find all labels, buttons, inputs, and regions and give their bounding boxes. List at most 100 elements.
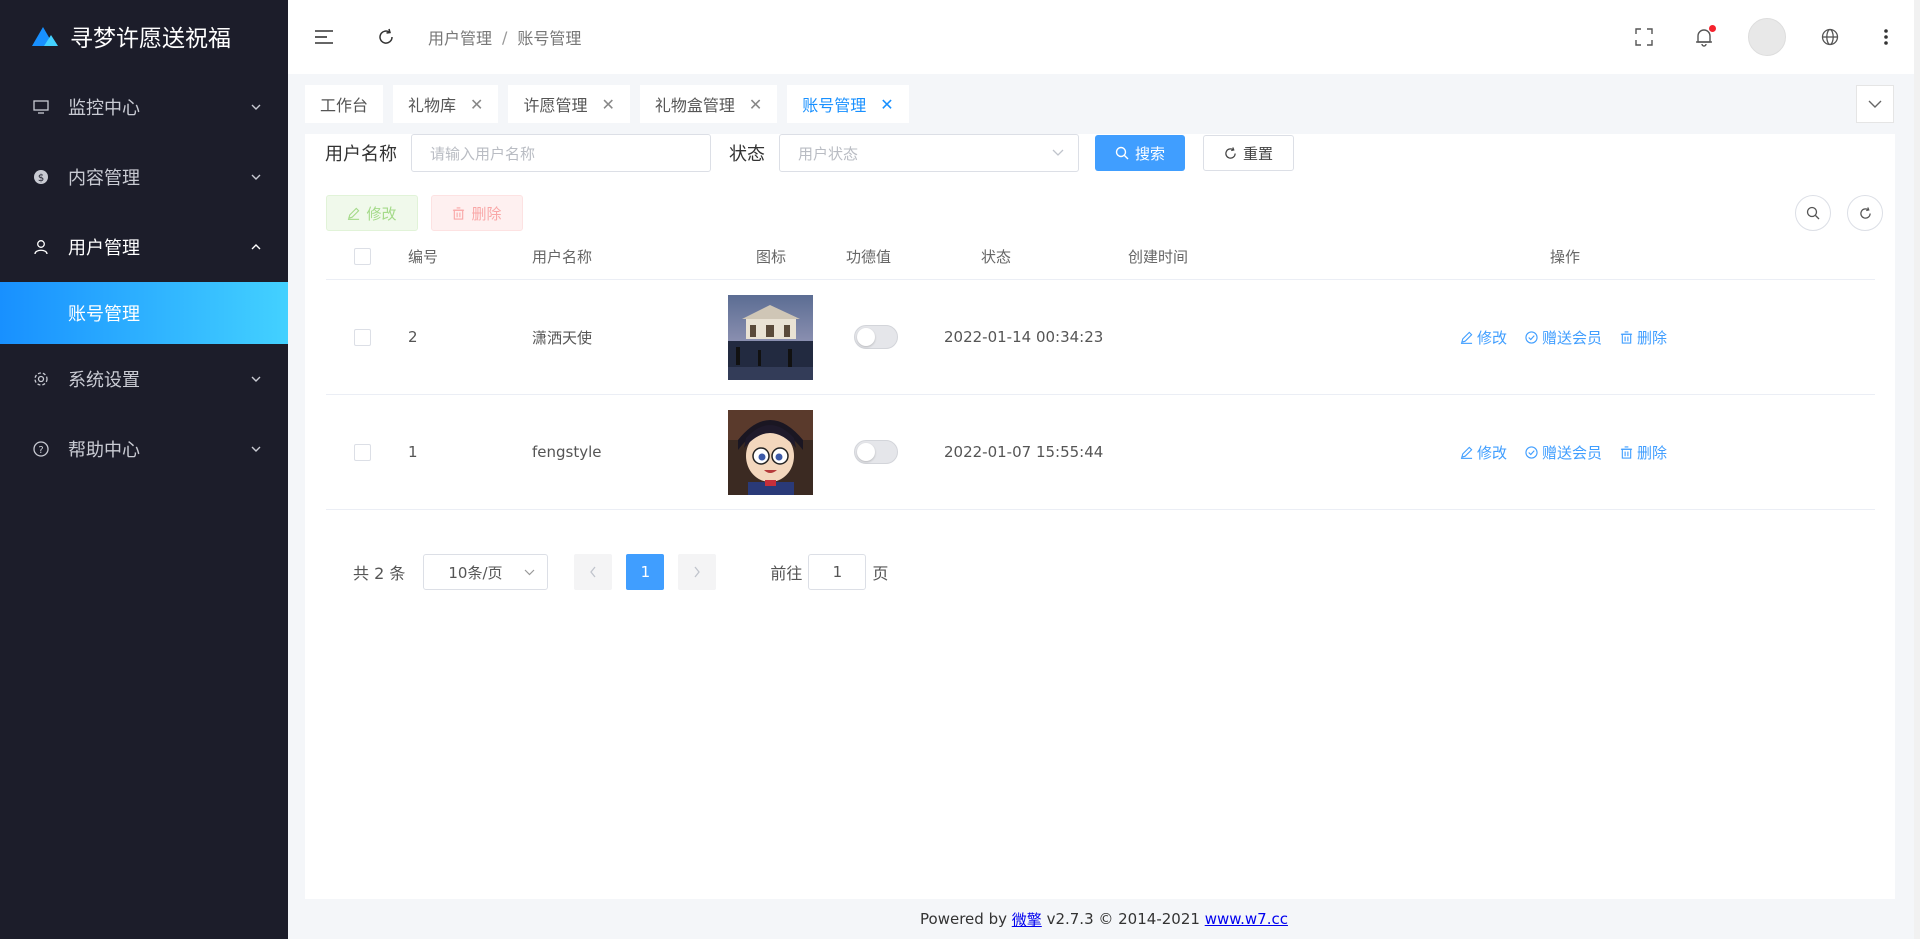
brand[interactable]: 寻梦许愿送祝福 [0,0,288,72]
search-button[interactable]: 搜索 [1095,135,1186,171]
footer-version: v2.7.3 © 2014-2021 [1046,910,1200,928]
reset-button-label: 重置 [1243,144,1274,163]
tab-label: 礼物盒管理 [654,96,735,115]
globe-icon[interactable] [1810,17,1850,57]
username-search-input[interactable]: 请输入用户名称 [411,134,711,172]
sidebar-item-settings[interactable]: 系统设置 [0,344,288,414]
svg-text:$: $ [38,173,44,184]
more-vertical-icon[interactable] [1866,17,1906,57]
sidebar-item-label: 内容管理 [68,168,140,189]
row-checkbox[interactable] [354,443,371,461]
search-form: 用户名称 请输入用户名称 状态 用户状态 搜索 重置 [325,134,1295,172]
main-panel: 用户名称 请输入用户名称 状态 用户状态 搜索 重置 修改 删除 编号 用户名称… [305,134,1895,899]
delete-button-label: 删除 [471,204,502,223]
sidebar-item-label: 监控中心 [68,98,140,119]
row-gift-vip-link[interactable]: 赠送会员 [1525,327,1602,348]
chevron-down-icon [1052,149,1064,156]
gear-icon [32,370,50,388]
breadcrumb-item-current: 账号管理 [517,29,582,48]
chevron-down-icon [251,446,261,452]
tab-workbench[interactable]: 工作台 [305,85,384,123]
refresh-icon[interactable] [366,17,406,57]
menu-toggle-icon[interactable] [304,17,344,57]
sidebar-item-users[interactable]: 用户管理 [0,212,288,282]
chevron-right-icon [694,566,701,578]
row-gift-vip-label: 赠送会员 [1542,443,1603,462]
page-number-current[interactable]: 1 [626,554,665,590]
close-icon[interactable]: ✕ [880,95,893,114]
pagination-total: 共 2 条 [353,564,406,583]
sidebar-item-help[interactable]: ? 帮助中心 [0,414,288,484]
footer-brand-link[interactable]: 微擎 [1012,909,1042,930]
user-avatar-image [728,410,813,495]
search-button-label: 搜索 [1135,144,1166,163]
toggle-search-button[interactable] [1795,195,1831,231]
tab-label: 许愿管理 [523,96,588,115]
sidebar-item-monitor[interactable]: 监控中心 [0,72,288,142]
tab-account-management[interactable]: 账号管理 ✕ [787,85,909,123]
chevron-up-icon [251,244,261,250]
notification-dot [1709,25,1716,32]
cell-name: fengstyle [532,443,602,461]
row-delete-label: 删除 [1637,328,1668,347]
breadcrumb-item[interactable]: 用户管理 [428,25,492,49]
fullscreen-icon[interactable] [1624,17,1664,57]
close-icon[interactable]: ✕ [601,95,614,114]
column-header-name[interactable]: 用户名称 [532,246,592,267]
username-label: 用户名称 [325,144,397,165]
column-header-id[interactable]: 编号 [408,246,438,267]
column-header-actions: 操作 [1550,248,1581,266]
avatar[interactable] [1748,18,1786,56]
edit-button[interactable]: 修改 [326,195,418,231]
page-scrollbar[interactable] [1914,0,1920,939]
next-page-button[interactable] [678,554,717,590]
footer-powered: Powered by [920,910,1007,928]
app-title: 寻梦许愿送祝福 [70,26,231,52]
status-toggle[interactable] [854,440,898,464]
toolbar: 修改 删除 [326,195,523,231]
trash-icon [1620,330,1633,344]
tabs-dropdown-button[interactable] [1856,85,1894,123]
search-icon [1806,206,1820,220]
cell-name: 潇洒天使 [532,328,593,347]
trash-icon [1620,445,1633,459]
column-header-created[interactable]: 创建时间 [1128,246,1188,267]
row-edit-link[interactable]: 修改 [1460,327,1507,348]
status-select[interactable]: 用户状态 [779,134,1079,172]
svg-text:?: ? [38,445,43,456]
tab-giftbox-management[interactable]: 礼物盒管理 ✕ [639,85,778,123]
row-edit-link[interactable]: 修改 [1460,442,1507,463]
row-delete-link[interactable]: 删除 [1620,327,1667,348]
refresh-table-button[interactable] [1847,195,1883,231]
select-all-checkbox[interactable] [354,248,371,265]
refresh-icon [1225,146,1236,159]
edit-icon [1460,446,1473,459]
row-delete-label: 删除 [1637,443,1668,462]
search-icon [1115,146,1129,160]
status-toggle[interactable] [854,325,898,349]
row-checkbox[interactable] [354,328,371,346]
bell-icon[interactable] [1684,17,1724,57]
prev-page-button[interactable] [574,554,613,590]
column-header-merit[interactable]: 功德值 [846,246,891,267]
row-edit-label: 修改 [1477,328,1508,347]
close-icon[interactable]: ✕ [470,95,483,114]
chevron-left-icon [590,566,596,578]
footer-site-link[interactable]: www.w7.cc [1205,910,1288,928]
monitor-icon [32,98,50,116]
page-size-select[interactable]: 10条/页 [423,554,549,590]
table-row: 2 潇洒天使 2022-01-14 00:34:23 修改 赠送会员 删除 [326,280,1875,395]
goto-page-input[interactable]: 1 [808,554,867,590]
tab-gift-library[interactable]: 礼物库 ✕ [393,85,499,123]
chevron-down-icon [251,104,261,110]
sidebar-item-content[interactable]: $ 内容管理 [0,142,288,212]
tab-wish-management[interactable]: 许愿管理 ✕ [508,85,630,123]
edit-button-label: 修改 [366,204,397,223]
row-delete-link[interactable]: 删除 [1620,442,1667,463]
sidebar-subitem-account[interactable]: 账号管理 [0,282,288,344]
edit-icon [348,207,360,220]
delete-button[interactable]: 删除 [431,195,523,231]
row-gift-vip-link[interactable]: 赠送会员 [1525,442,1602,463]
close-icon[interactable]: ✕ [749,95,762,114]
reset-button[interactable]: 重置 [1203,135,1295,171]
